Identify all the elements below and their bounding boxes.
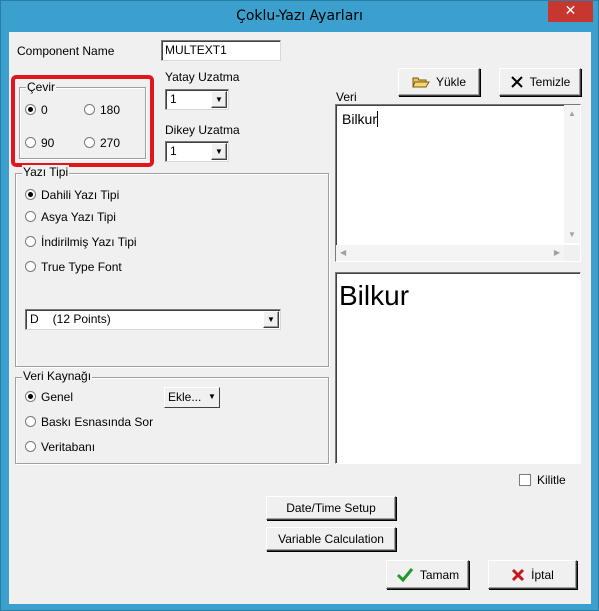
cancel-button[interactable]: İptal [488,560,577,589]
data-source-group-title: Veri Kaynağı [22,369,93,383]
lock-checkbox[interactable]: Kilitle [519,473,566,487]
checkbox-icon [519,474,531,486]
preview-text: Bilkur [339,280,410,311]
scroll-corner [564,245,580,261]
source-option-general[interactable]: Genel [25,390,73,404]
radio-icon [25,416,36,427]
data-textarea[interactable]: Bilkur ▲ ▼ ◀ ▶ [335,104,581,262]
title-bar[interactable]: Çoklu-Yazı Ayarları ✕ [1,1,598,32]
font-option-asian[interactable]: Asya Yazı Tipi [25,210,116,224]
variable-calculation-button[interactable]: Variable Calculation [266,527,396,551]
radio-icon [25,261,36,272]
close-button[interactable]: ✕ [548,1,593,22]
ok-button[interactable]: Tamam [386,560,469,589]
radio-icon [25,189,36,200]
font-select-value: D [30,312,39,326]
component-name-label: Component Name [17,44,115,58]
source-option-ask-on-print[interactable]: Baskı Esnasında Sor [25,415,153,429]
font-select-size: (12 Points) [52,312,111,326]
horizontal-stretch-label: Yatay Uzatma [165,70,240,84]
horizontal-stretch-select[interactable]: 1 ▼ [165,89,229,110]
radio-icon [25,441,36,452]
horizontal-scrollbar[interactable]: ◀ ▶ [336,245,564,261]
font-select[interactable]: D (12 Points) ▼ [25,309,281,330]
data-label: Veri [336,90,357,104]
text-caret [377,111,378,127]
vertical-scrollbar[interactable]: ▲ ▼ [564,105,580,243]
dialog-body: Component Name MULTEXT1 Çevir 0 180 90 2… [9,32,591,604]
chevron-down-icon[interactable]: ▼ [263,311,279,328]
data-text: Bilkur [342,111,378,127]
font-option-downloaded[interactable]: İndirilmiş Yazı Tipi [25,235,137,249]
font-type-group-title: Yazı Tipi [22,165,70,179]
font-option-truetype[interactable]: True Type Font [25,260,122,274]
x-icon [510,75,524,89]
chevron-down-icon[interactable]: ▼ [206,389,218,406]
checkmark-icon [396,567,414,583]
scroll-up-icon[interactable]: ▲ [568,109,576,118]
dialog-window: Çoklu-Yazı Ayarları ✕ Component Name MUL… [0,0,599,611]
clear-button[interactable]: Temizle [499,68,581,96]
font-option-builtin[interactable]: Dahili Yazı Tipi [25,188,119,202]
folder-open-icon [412,75,430,89]
radio-icon [25,236,36,247]
scroll-left-icon[interactable]: ◀ [340,248,346,257]
load-button[interactable]: Yükle [398,68,480,96]
radio-icon [25,391,36,402]
vertical-stretch-select[interactable]: 1 ▼ [165,141,229,162]
red-x-icon [511,568,525,582]
rotate-highlight-box [11,75,154,167]
window-title: Çoklu-Yazı Ayarları [236,8,363,24]
radio-icon [25,211,36,222]
chevron-down-icon[interactable]: ▼ [211,91,227,108]
datetime-setup-button[interactable]: Date/Time Setup [266,496,396,520]
component-name-input[interactable]: MULTEXT1 [161,40,281,61]
preview-panel: Bilkur [335,272,581,464]
add-dropdown-button[interactable]: Ekle... ▼ [164,387,220,408]
vertical-stretch-label: Dikey Uzatma [165,123,240,137]
scroll-right-icon[interactable]: ▶ [554,248,560,257]
source-option-database[interactable]: Veritabanı [25,440,95,454]
chevron-down-icon[interactable]: ▼ [211,143,227,160]
scroll-down-icon[interactable]: ▼ [568,230,576,239]
